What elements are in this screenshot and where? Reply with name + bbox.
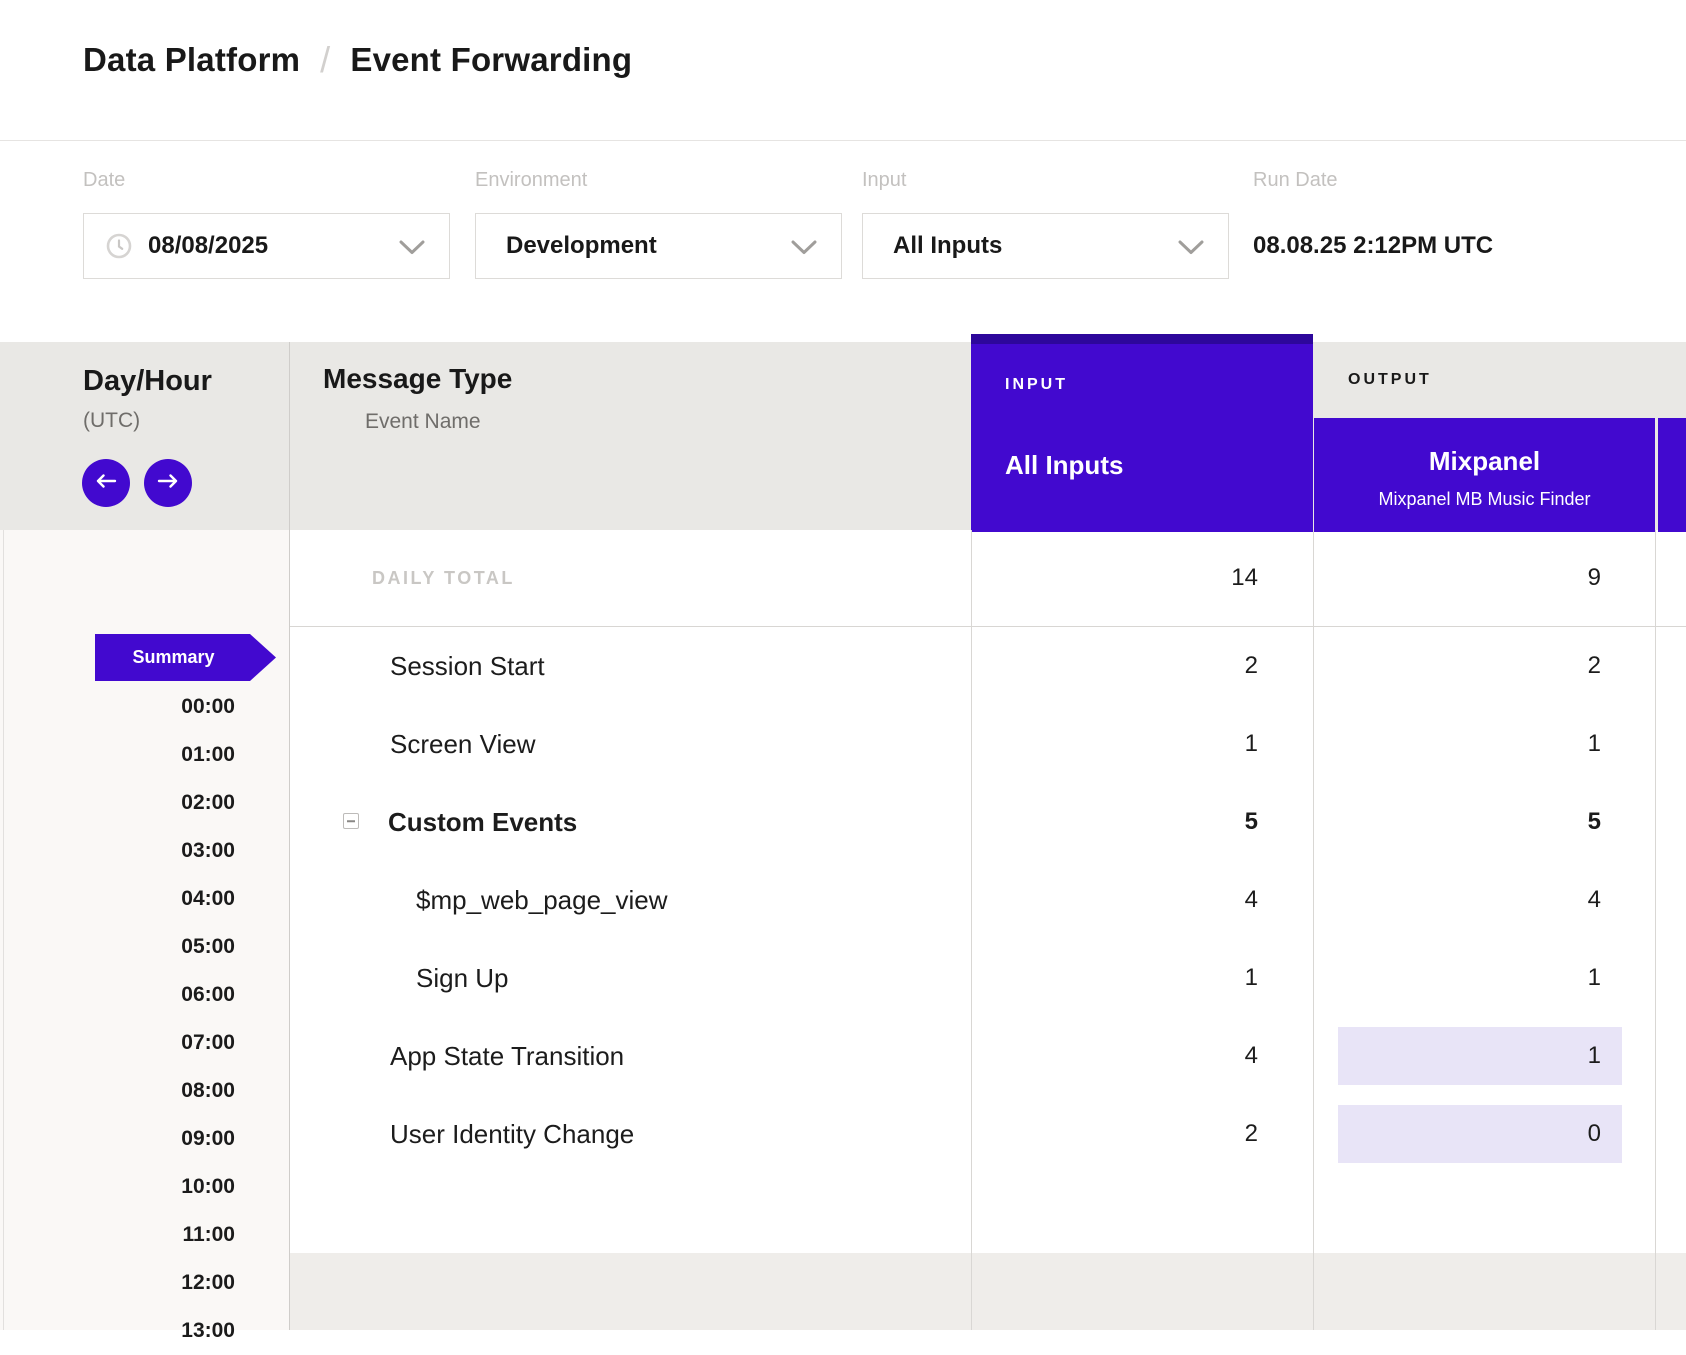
breadcrumb: Data Platform / Event Forwarding — [83, 34, 632, 86]
input-section-label: INPUT — [1005, 376, 1313, 394]
hour-row-label[interactable]: 02:00 — [0, 779, 235, 827]
input-count: 4 — [1245, 1017, 1258, 1095]
input-column-name: All Inputs — [1005, 450, 1313, 480]
day-hour-header: Day/Hour — [83, 364, 212, 398]
environment-select[interactable]: Development — [475, 213, 842, 279]
hour-row-label[interactable]: 08:00 — [0, 1067, 235, 1115]
table-row-child: Sign Up 1 1 — [290, 939, 1686, 1017]
table-row: App State Transition 4 1 — [290, 1017, 1686, 1095]
column-divider — [1313, 530, 1314, 1330]
table-row: User Identity Change 2 0 — [290, 1095, 1686, 1173]
output-count: 2 — [1588, 627, 1601, 705]
date-filter-label: Date — [83, 168, 125, 192]
table-row-group: Custom Events 5 5 — [290, 783, 1686, 861]
table-row: Screen View 1 1 — [290, 705, 1686, 783]
hour-row-label[interactable]: 13:00 — [0, 1307, 235, 1355]
run-date-value: 08.08.25 2:12PM UTC — [1253, 213, 1493, 279]
input-column-header[interactable]: INPUT All Inputs — [971, 334, 1313, 532]
chevron-down-icon — [791, 240, 817, 260]
chevron-down-icon — [399, 240, 425, 260]
environment-filter-label: Environment — [475, 168, 587, 192]
output-count: 5 — [1588, 783, 1601, 861]
breadcrumb-separator: / — [320, 39, 330, 81]
hour-row-label[interactable]: 10:00 — [0, 1163, 235, 1211]
day-column-divider — [289, 342, 290, 1330]
input-count: 2 — [1245, 1095, 1258, 1173]
hour-row-label[interactable]: 00:00 — [0, 683, 235, 731]
hour-row-label[interactable]: 09:00 — [0, 1115, 235, 1163]
hour-row-label[interactable]: 01:00 — [0, 731, 235, 779]
output-count: 4 — [1588, 861, 1601, 939]
event-name-subheader: Event Name — [365, 410, 481, 434]
event-label: $mp_web_page_view — [416, 861, 668, 939]
output-column-subtitle: Mixpanel MB Music Finder — [1314, 488, 1655, 510]
highlighted-cell — [1338, 1027, 1622, 1085]
day-hour-timezone: (UTC) — [83, 409, 140, 433]
input-count: 5 — [1245, 783, 1258, 861]
summary-label: Summary — [132, 647, 214, 668]
output-count: 1 — [1588, 705, 1601, 783]
input-select-value: All Inputs — [893, 232, 1002, 260]
hour-row-label[interactable]: 11:00 — [0, 1211, 235, 1259]
output-count: 1 — [1588, 939, 1601, 1017]
event-label: Screen View — [390, 705, 536, 783]
daily-total-output-value: 9 — [1588, 530, 1601, 626]
page-title: Event Forwarding — [350, 41, 632, 79]
arrow-right-icon — [157, 474, 179, 493]
input-count: 2 — [1245, 627, 1258, 705]
event-group-label: Custom Events — [388, 783, 577, 861]
input-count: 1 — [1245, 939, 1258, 1017]
collapse-minus-icon[interactable] — [343, 813, 359, 829]
output-column-header-mixpanel[interactable]: Mixpanel Mixpanel MB Music Finder — [1314, 418, 1655, 532]
output-column-header-partial — [1658, 418, 1686, 532]
output-count: 1 — [1588, 1027, 1601, 1085]
input-filter-label: Input — [862, 168, 906, 192]
event-label: Sign Up — [416, 939, 509, 1017]
column-divider — [971, 530, 972, 1330]
event-label: User Identity Change — [390, 1095, 634, 1173]
hour-row-label[interactable]: 12:00 — [0, 1259, 235, 1307]
previous-day-button[interactable] — [82, 459, 130, 507]
table-row-child: $mp_web_page_view 4 4 — [290, 861, 1686, 939]
highlighted-cell — [1338, 1105, 1622, 1163]
arrow-left-icon — [95, 474, 117, 493]
hour-row-label[interactable]: 06:00 — [0, 971, 235, 1019]
hour-list: 00:00 01:00 02:00 03:00 04:00 05:00 06:0… — [0, 683, 235, 1355]
hour-row-label[interactable]: 05:00 — [0, 923, 235, 971]
table-footer-band — [290, 1253, 1686, 1330]
summary-row-badge[interactable]: Summary — [95, 634, 276, 681]
input-count: 4 — [1245, 861, 1258, 939]
output-column-name: Mixpanel — [1314, 446, 1655, 476]
hour-row-label[interactable]: 04:00 — [0, 875, 235, 923]
event-label: Session Start — [390, 627, 545, 705]
hour-row-label[interactable]: 03:00 — [0, 827, 235, 875]
table-row: Session Start 2 2 — [290, 627, 1686, 705]
daily-total-row: DAILY TOTAL 14 9 — [290, 530, 1686, 627]
input-select[interactable]: All Inputs — [862, 213, 1229, 279]
event-label: App State Transition — [390, 1017, 624, 1095]
input-column-accent-strip — [971, 334, 1313, 344]
output-count: 0 — [1588, 1105, 1601, 1163]
next-day-button[interactable] — [144, 459, 192, 507]
breadcrumb-section[interactable]: Data Platform — [83, 41, 300, 79]
run-date-label: Run Date — [1253, 168, 1338, 192]
environment-select-value: Development — [506, 232, 657, 260]
message-type-header: Message Type — [323, 362, 512, 396]
date-select[interactable]: 08/08/2025 — [83, 213, 450, 279]
column-divider — [1655, 530, 1656, 1330]
hour-row-label[interactable]: 07:00 — [0, 1019, 235, 1067]
daily-total-label: DAILY TOTAL — [372, 530, 515, 626]
input-count: 1 — [1245, 705, 1258, 783]
header-divider — [0, 140, 1686, 141]
chevron-down-icon — [1178, 240, 1204, 260]
date-select-value: 08/08/2025 — [148, 232, 268, 260]
output-section-label: OUTPUT — [1348, 370, 1432, 390]
clock-icon — [106, 233, 132, 259]
daily-total-input-value: 14 — [1231, 530, 1258, 626]
